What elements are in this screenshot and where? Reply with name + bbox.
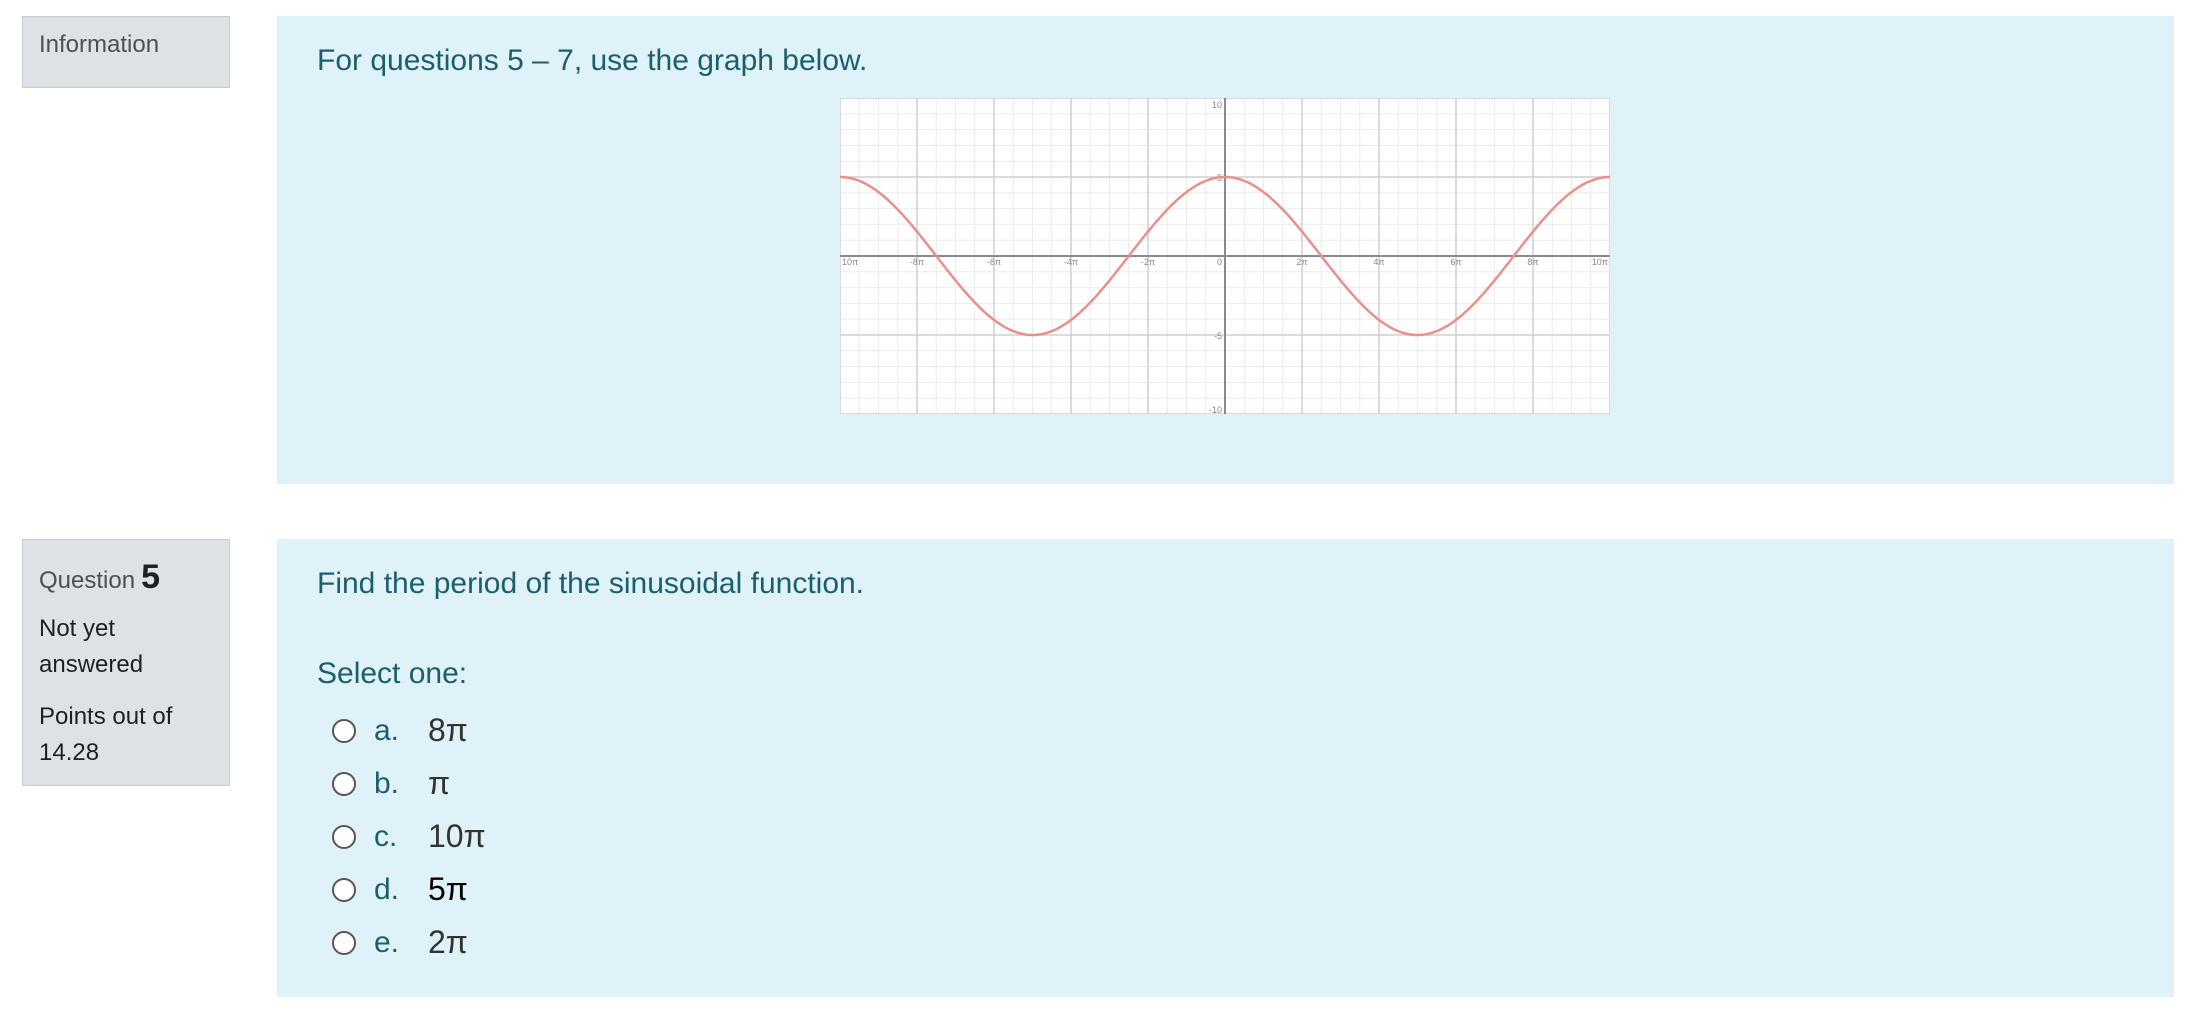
question-label: Question bbox=[39, 567, 136, 594]
y-tick-label: 10 bbox=[1212, 100, 1222, 110]
option-value: π bbox=[428, 765, 451, 801]
option-value: 2π bbox=[428, 924, 468, 960]
option-letter: b. bbox=[374, 766, 400, 800]
x-tick-label: 2π bbox=[1296, 257, 1307, 267]
information-content: For questions 5 – 7, use the graph below… bbox=[277, 16, 2174, 484]
answer-option-d[interactable]: d. 5π bbox=[332, 863, 486, 916]
option-value: 8π bbox=[428, 712, 468, 748]
question-text: Find the period of the sinusoidal functi… bbox=[317, 567, 865, 600]
radio-button-c[interactable] bbox=[332, 824, 356, 849]
x-tick-label: 8π bbox=[1527, 257, 1538, 267]
x-tick-label: -8π bbox=[910, 257, 924, 267]
x-tick-label: 6π bbox=[1450, 257, 1461, 267]
option-value: 10π bbox=[428, 818, 486, 854]
question-points-line1: Points out of bbox=[39, 703, 173, 730]
question-number: 5 bbox=[141, 558, 160, 596]
graph-svg: 10π -8π -6π -4π -2π 0 2π 4π 6π 8π 10π105-5-10 bbox=[840, 98, 1610, 414]
x-tick-label: 10π bbox=[1592, 257, 1608, 267]
answer-option-c[interactable]: c. 10π bbox=[332, 810, 486, 863]
y-tick-label: -5 bbox=[1214, 331, 1222, 341]
radio-button-e[interactable] bbox=[332, 930, 356, 955]
x-tick-label: 4π bbox=[1373, 257, 1384, 267]
x-tick-label: -4π bbox=[1064, 257, 1078, 267]
answer-options: a. 8π b. π c. 10π d. 5π e. 2π bbox=[332, 704, 486, 969]
select-one-prompt: Select one: bbox=[317, 657, 468, 690]
radio-button-d[interactable] bbox=[332, 877, 356, 902]
radio-button-a[interactable] bbox=[332, 718, 356, 743]
option-letter: e. bbox=[374, 925, 400, 959]
question-points-line2: 14.28 bbox=[39, 739, 100, 766]
option-letter: a. bbox=[374, 713, 400, 747]
x-tick-label: 10π bbox=[842, 257, 858, 267]
answer-option-b[interactable]: b. π bbox=[332, 757, 486, 810]
x-tick-label: 0 bbox=[1217, 257, 1222, 267]
y-tick-label: -10 bbox=[1209, 405, 1222, 414]
answer-option-a[interactable]: a. 8π bbox=[332, 704, 486, 757]
information-block: Information bbox=[22, 16, 230, 88]
option-letter: c. bbox=[374, 819, 398, 853]
option-letter: d. bbox=[374, 872, 400, 906]
question-title: Question 5 bbox=[39, 558, 213, 597]
question-points: Points out of 14.28 bbox=[39, 699, 213, 771]
question-state: Not yet answered bbox=[39, 611, 213, 683]
question-state-line2: answered bbox=[39, 651, 144, 678]
information-label: Information bbox=[39, 31, 160, 58]
question-state-line1: Not yet bbox=[39, 615, 116, 642]
question-info-block: Question 5 Not yet answered Points out of… bbox=[22, 539, 230, 786]
sinusoid-graph: 10π -8π -6π -4π -2π 0 2π 4π 6π 8π 10π 10 5 -5 -10 bbox=[840, 98, 1610, 414]
x-tick-label: -2π bbox=[1141, 257, 1155, 267]
option-value: 5π bbox=[428, 871, 468, 907]
question-content: Find the period of the sinusoidal functi… bbox=[277, 539, 2174, 997]
information-text: For questions 5 – 7, use the graph below… bbox=[317, 44, 868, 77]
x-tick-label: -6π bbox=[987, 257, 1001, 267]
radio-button-b[interactable] bbox=[332, 771, 356, 796]
answer-option-e[interactable]: e. 2π bbox=[332, 916, 486, 969]
